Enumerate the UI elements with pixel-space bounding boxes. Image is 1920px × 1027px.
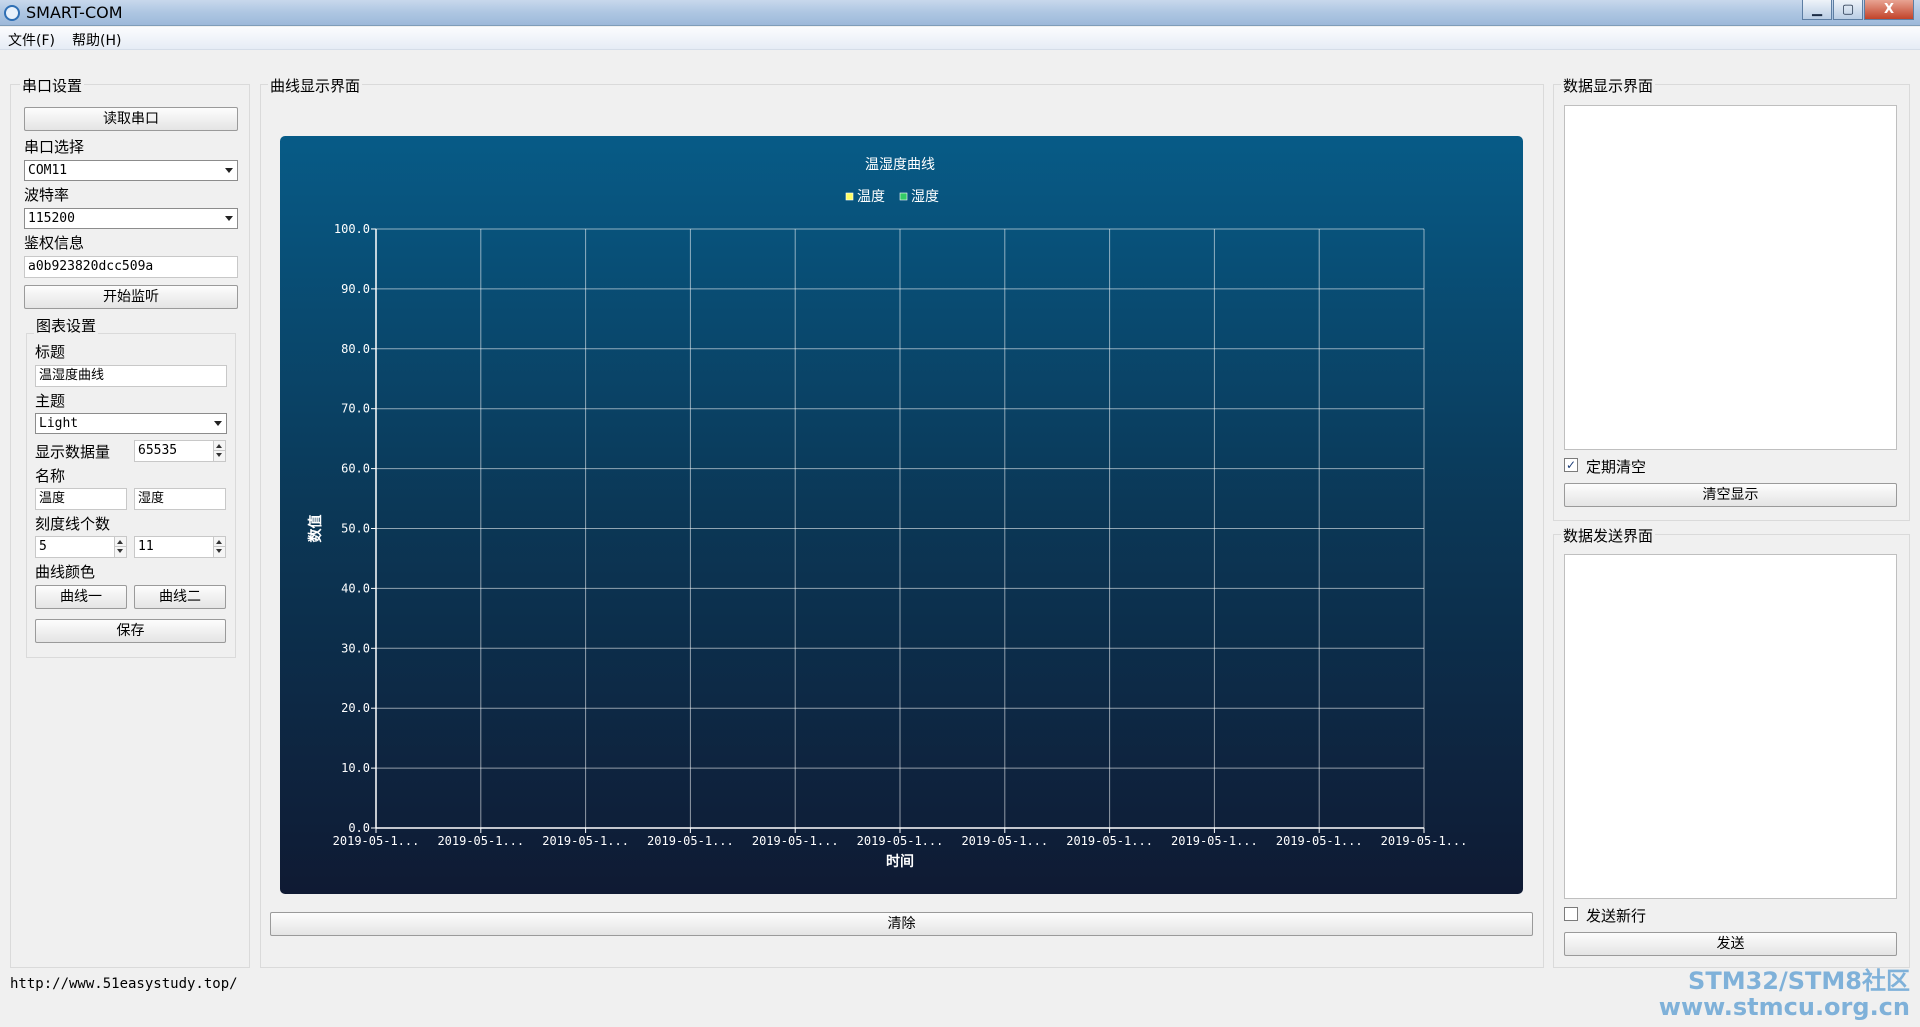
y-tick-count-value: 11 bbox=[138, 539, 154, 554]
start-listen-button[interactable]: 开始监听 bbox=[24, 285, 238, 309]
legend-marker bbox=[845, 192, 854, 201]
curve-display-title: 曲线显示界面 bbox=[268, 75, 363, 96]
close-button[interactable]: X bbox=[1864, 0, 1914, 20]
port-select[interactable]: COM11 bbox=[24, 160, 238, 181]
series2-name-input[interactable]: 湿度 bbox=[134, 488, 226, 510]
x-tick-count-value: 5 bbox=[39, 539, 47, 554]
data-count-value: 65535 bbox=[138, 443, 178, 458]
chart-title-label: 标题 bbox=[35, 343, 66, 361]
y-tick-label: 10.0 bbox=[341, 761, 370, 775]
title-bar: SMART-COM ▁ ▢ X bbox=[0, 0, 1920, 26]
watermark: STM32/STM8社区 www.stmcu.org.cn bbox=[1659, 968, 1910, 1020]
y-tick-label: 30.0 bbox=[341, 641, 370, 655]
x-tick-label: 2019-05-1... bbox=[1276, 834, 1363, 848]
x-tick-label: 2019-05-1... bbox=[647, 834, 734, 848]
chart-title: 温湿度曲线 bbox=[865, 157, 935, 173]
line-chart: 温湿度曲线温度 湿度 0.0 10.0 20.0 30.0 40.0 50.0 60.0 70.0… bbox=[307, 157, 1468, 870]
menu-file[interactable]: 文件(F) bbox=[8, 30, 55, 50]
data-count-spinbox[interactable]: 65535 bbox=[134, 440, 226, 462]
port-select-value: COM11 bbox=[28, 163, 68, 178]
chevron-down-icon bbox=[214, 421, 222, 426]
y-axis-title: 数值 bbox=[307, 515, 324, 543]
curve-color-label: 曲线颜色 bbox=[35, 563, 96, 581]
serial-settings-title: 串口设置 bbox=[20, 75, 85, 96]
spin-arrows-icon[interactable] bbox=[213, 441, 225, 461]
app-icon bbox=[4, 5, 20, 21]
send-data-textarea[interactable] bbox=[1564, 554, 1897, 899]
x-tick-label: 2019-05-1... bbox=[333, 834, 420, 848]
window-controls: ▁ ▢ X bbox=[1801, 0, 1914, 20]
auto-clear-label: 定期清空 bbox=[1586, 458, 1647, 476]
send-newline-label: 发送新行 bbox=[1586, 907, 1647, 925]
legend-label: 湿度 bbox=[911, 189, 939, 205]
x-tick-count-spinbox[interactable]: 5 bbox=[35, 536, 127, 558]
menu-help[interactable]: 帮助(H) bbox=[72, 30, 121, 50]
chart-settings-title: 图表设置 bbox=[34, 315, 99, 336]
data-send-title: 数据发送界面 bbox=[1561, 525, 1656, 546]
minimize-button[interactable]: ▁ bbox=[1802, 0, 1832, 20]
clear-display-button[interactable]: 清空显示 bbox=[1564, 483, 1897, 507]
x-tick-label: 2019-05-1... bbox=[437, 834, 524, 848]
maximize-button[interactable]: ▢ bbox=[1833, 0, 1863, 20]
curve2-color-button[interactable]: 曲线二 bbox=[134, 585, 226, 609]
read-port-button[interactable]: 读取串口 bbox=[24, 107, 238, 131]
chart-title-input[interactable]: 温湿度曲线 bbox=[35, 365, 227, 387]
legend-marker bbox=[899, 192, 908, 201]
x-tick-label: 2019-05-1... bbox=[1381, 834, 1468, 848]
send-newline-checkbox[interactable] bbox=[1564, 907, 1578, 921]
y-tick-label: 90.0 bbox=[341, 282, 370, 296]
spin-arrows-icon[interactable] bbox=[114, 537, 126, 557]
status-url: http://www.51easystudy.top/ bbox=[10, 976, 238, 992]
x-tick-label: 2019-05-1... bbox=[857, 834, 944, 848]
y-tick-label: 70.0 bbox=[341, 402, 370, 416]
legend-label: 温度 bbox=[857, 189, 885, 205]
x-tick-label: 2019-05-1... bbox=[542, 834, 629, 848]
spin-arrows-icon[interactable] bbox=[213, 537, 225, 557]
auth-label: 鉴权信息 bbox=[24, 234, 85, 252]
theme-select-value: Light bbox=[39, 416, 79, 431]
x-tick-label: 2019-05-1... bbox=[752, 834, 839, 848]
save-settings-button[interactable]: 保存 bbox=[35, 619, 226, 643]
y-tick-label: 0.0 bbox=[348, 821, 370, 835]
clear-chart-button[interactable]: 清除 bbox=[270, 912, 1533, 936]
y-tick-count-spinbox[interactable]: 11 bbox=[134, 536, 226, 558]
chevron-down-icon bbox=[225, 216, 233, 221]
send-button[interactable]: 发送 bbox=[1564, 932, 1897, 956]
auto-clear-checkbox[interactable]: ✓ bbox=[1564, 458, 1578, 472]
y-tick-label: 100.0 bbox=[334, 222, 370, 236]
watermark-line2: www.stmcu.org.cn bbox=[1658, 993, 1910, 1021]
x-tick-label: 2019-05-1... bbox=[1066, 834, 1153, 848]
auth-input[interactable]: a0b923820dcc509a bbox=[24, 256, 238, 278]
watermark-line1: STM32/STM8社区 bbox=[1688, 967, 1910, 995]
x-axis-title: 时间 bbox=[886, 853, 914, 870]
baud-select-value: 115200 bbox=[28, 211, 75, 226]
x-tick-label: 2019-05-1... bbox=[1171, 834, 1258, 848]
tick-count-label: 刻度线个数 bbox=[35, 515, 111, 533]
received-data-textarea[interactable] bbox=[1564, 105, 1897, 450]
y-tick-label: 80.0 bbox=[341, 342, 370, 356]
series1-name-input[interactable]: 温度 bbox=[35, 488, 127, 510]
baud-select[interactable]: 115200 bbox=[24, 208, 238, 229]
y-tick-label: 40.0 bbox=[341, 581, 370, 595]
chart-area: 温湿度曲线温度 湿度 0.0 10.0 20.0 30.0 40.0 50.0 60.0 70.0… bbox=[280, 136, 1523, 894]
y-tick-label: 50.0 bbox=[341, 522, 370, 536]
menu-bar: 文件(F) 帮助(H) bbox=[0, 27, 1920, 50]
data-display-title: 数据显示界面 bbox=[1561, 75, 1656, 96]
y-tick-label: 60.0 bbox=[341, 462, 370, 476]
curve1-color-button[interactable]: 曲线一 bbox=[35, 585, 127, 609]
chevron-down-icon bbox=[225, 168, 233, 173]
theme-select[interactable]: Light bbox=[35, 413, 227, 434]
window-title: SMART-COM bbox=[26, 3, 123, 22]
x-tick-label: 2019-05-1... bbox=[961, 834, 1048, 848]
data-count-label: 显示数据量 bbox=[35, 443, 111, 461]
port-label: 串口选择 bbox=[24, 138, 85, 156]
baud-label: 波特率 bbox=[24, 186, 70, 204]
series-name-label: 名称 bbox=[35, 467, 66, 485]
y-tick-label: 20.0 bbox=[341, 701, 370, 715]
theme-label: 主题 bbox=[35, 392, 66, 410]
